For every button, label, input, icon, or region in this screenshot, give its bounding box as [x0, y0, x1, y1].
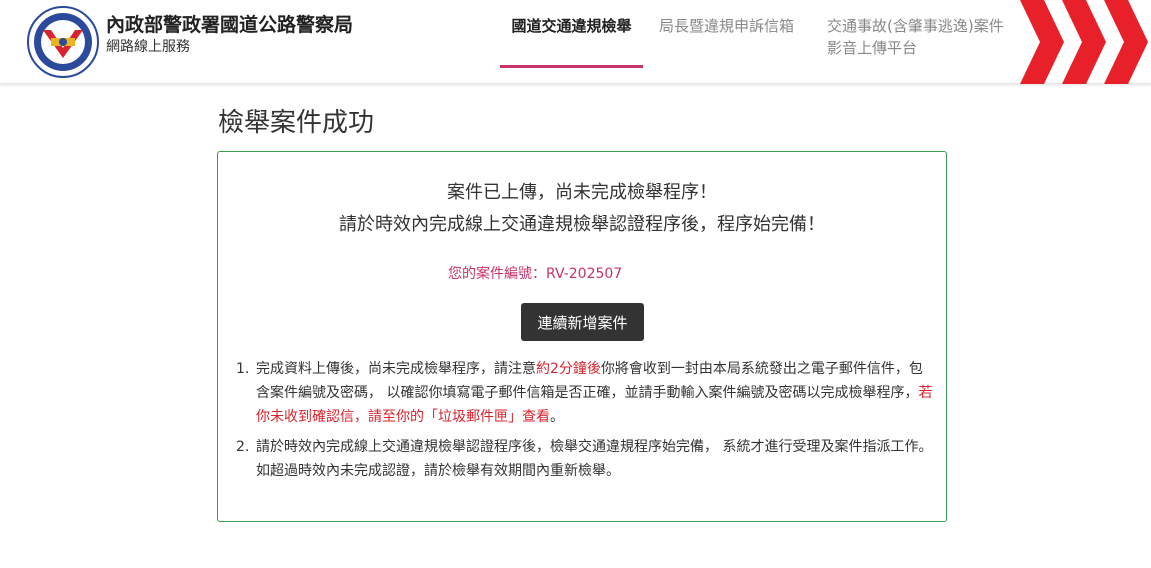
page-title: 檢舉案件成功 — [218, 108, 375, 138]
add-new-case-button[interactable]: 連續新增案件 — [521, 303, 644, 341]
note-text: 。 — [550, 409, 564, 425]
completion-instruction-message: 請於時效內完成線上交通違規檢舉認證程序後，程序始完備！ — [339, 214, 825, 235]
note-text: 完成資料上傳後，尚未完成檢舉程序，請注意 — [256, 361, 536, 377]
nav-traffic-violation-report[interactable]: 國道交通違規檢舉 — [500, 0, 643, 68]
org-name: 內政部警政署國道公路警察局 — [106, 14, 354, 36]
nav-accident-video-upload[interactable]: 交通事故(含肇事逃逸)案件 影音上傳平台 — [827, 15, 1017, 59]
note-item: 2. 請於時效內完成線上交通違規檢舉認證程序後，檢舉交通違規程序始完備， 系統才… — [236, 435, 936, 483]
chevron-decoration-icon — [1020, 0, 1148, 84]
police-emblem-logo[interactable] — [27, 6, 99, 78]
nav-accident-label-line1: 交通事故(含肇事逃逸)案件 — [827, 17, 1004, 35]
note-item: 1. 完成資料上傳後，尚未完成檢舉程序，請注意約2分鐘後你將會收到一封由本局系統… — [236, 357, 936, 429]
case-number: 您的案件編號：RV-202507 — [448, 266, 623, 282]
note-number: 1. — [236, 361, 250, 377]
note-text: 請於時效內完成線上交通違規檢舉認證程序後，檢舉交通違規程序始完備， 系統才進行受… — [256, 439, 933, 479]
nav-accident-label-line2: 影音上傳平台 — [827, 39, 918, 57]
result-card: 案件已上傳，尚未完成檢舉程序！ 請於時效內完成線上交通違規檢舉認證程序後，程序始… — [217, 151, 947, 522]
notes-list: 1. 完成資料上傳後，尚未完成檢舉程序，請注意約2分鐘後你將會收到一封由本局系統… — [236, 357, 936, 489]
note-highlight: 約2分鐘後 — [536, 361, 601, 377]
org-subtitle: 網路線上服務 — [106, 39, 190, 55]
nav-director-complaint-mailbox[interactable]: 局長暨違規申訴信箱 — [659, 15, 794, 36]
note-number: 2. — [236, 439, 250, 455]
site-header: 內政部警政署國道公路警察局 網路線上服務 國道交通違規檢舉 局長暨違規申訴信箱 … — [0, 0, 1151, 84]
upload-status-message: 案件已上傳，尚未完成檢舉程序！ — [447, 182, 717, 203]
